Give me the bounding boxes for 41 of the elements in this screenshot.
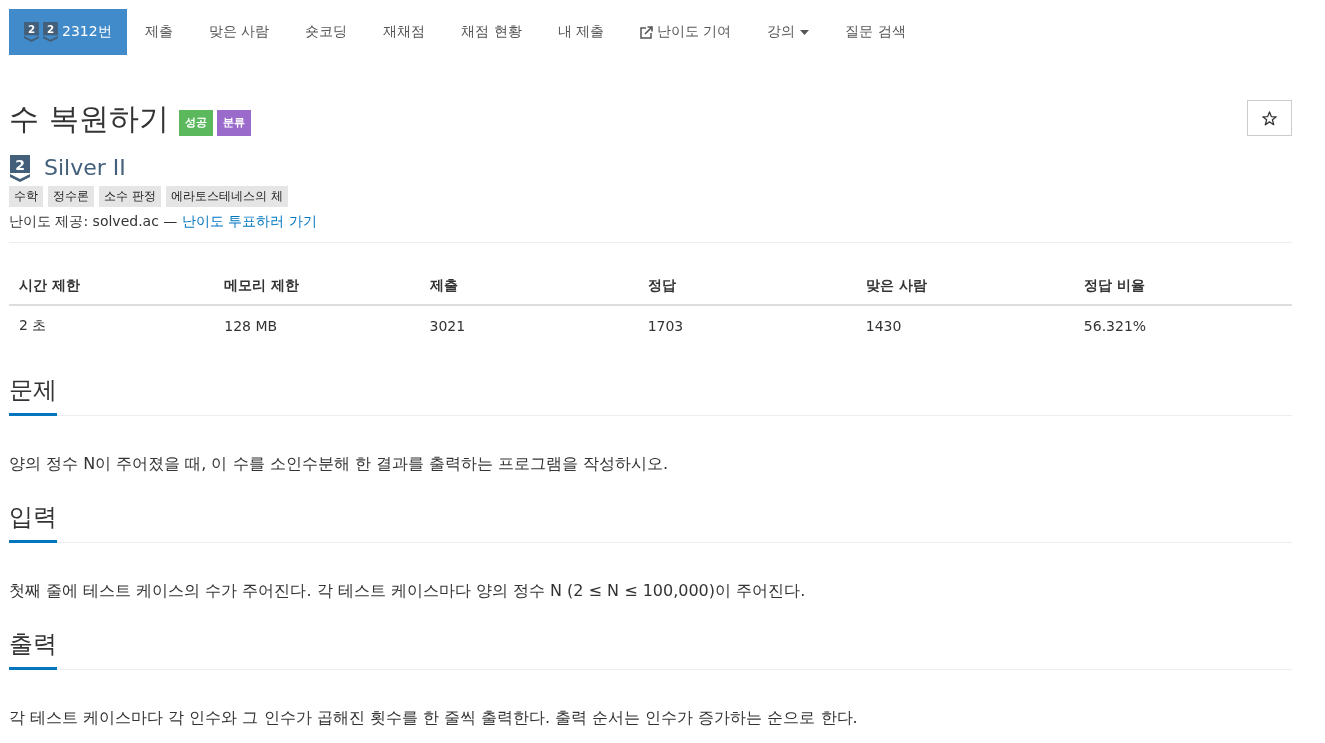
- table-cell: 56.321%: [1083, 318, 1147, 334]
- section-text: 첫째 줄에 테스트 케이스의 수가 주어진다. 각 테스트 케이스마다 양의 정수 N (2 ≤ N ≤ 100,000)이 주어진다.: [9, 580, 807, 602]
- table-cell: 1430: [865, 318, 902, 334]
- section-text: 양의 정수 N이 주어졌을 때, 이 수를 소인수분해 한 결과를 출력하는 프로그램을 작성하시오.: [9, 453, 670, 475]
- column-header: 제출: [429, 276, 458, 293]
- table-cell: 3021: [429, 318, 466, 334]
- star-icon: [1262, 110, 1277, 126]
- column-header: 정답 비율: [1083, 276, 1145, 293]
- difficulty-source: 난이도 제공: solved.ac — 난이도 투표하러 가기: [9, 212, 318, 231]
- column-header: 맞은 사람: [865, 276, 927, 293]
- caret-icon: [800, 29, 810, 35]
- table-cell: 2 초: [19, 317, 47, 333]
- tag[interactable]: 수학: [9, 186, 43, 207]
- column-header: 메모리 제한: [224, 276, 300, 293]
- favorite-button[interactable]: [1247, 100, 1292, 136]
- nav-tab[interactable]: 맞은 사람: [190, 9, 288, 55]
- column-header: 시간 제한: [19, 276, 80, 293]
- table-cell: 1703: [647, 318, 684, 334]
- nav-tab[interactable]: 제출: [126, 9, 191, 55]
- table-cell: 128 MB: [224, 318, 278, 334]
- section-heading: 입력: [9, 502, 57, 543]
- tag[interactable]: 소수 판정: [99, 186, 161, 207]
- nav-tab[interactable]: 채점 현황: [443, 9, 540, 55]
- vote-link[interactable]: 난이도 투표하러 가기: [181, 213, 317, 229]
- section-text: 각 테스트 케이스마다 각 인수와 그 인수가 곱해진 횟수를 한 줄씩 출력한다. 출력 순서는 인수가 증가하는 순으로 한다.: [9, 707, 859, 729]
- tag[interactable]: 정수론: [48, 186, 94, 207]
- tier-name: Silver II: [44, 154, 126, 182]
- external-link-icon: [640, 25, 653, 39]
- section-heading: 문제: [9, 375, 57, 416]
- status-label[interactable]: 분류: [216, 110, 251, 136]
- nav-tab[interactable]: 재채점: [365, 9, 444, 55]
- nav-tab[interactable]: 강의: [749, 9, 828, 55]
- problem-title: 수 복원하기: [9, 100, 169, 138]
- column-header: 정답: [647, 276, 676, 293]
- nav-tab[interactable]: 내 제출: [539, 9, 622, 55]
- nav-tab[interactable]: 질문 검색: [827, 9, 924, 55]
- nav-tab[interactable]: 숏코딩: [287, 9, 366, 55]
- tag[interactable]: 에라토스테네스의 체: [165, 186, 288, 207]
- nav-tab[interactable]: 난이도 기여: [622, 9, 750, 55]
- nav-tab[interactable]: 2 2 2312번: [9, 9, 127, 55]
- section-heading: 출력: [9, 629, 57, 670]
